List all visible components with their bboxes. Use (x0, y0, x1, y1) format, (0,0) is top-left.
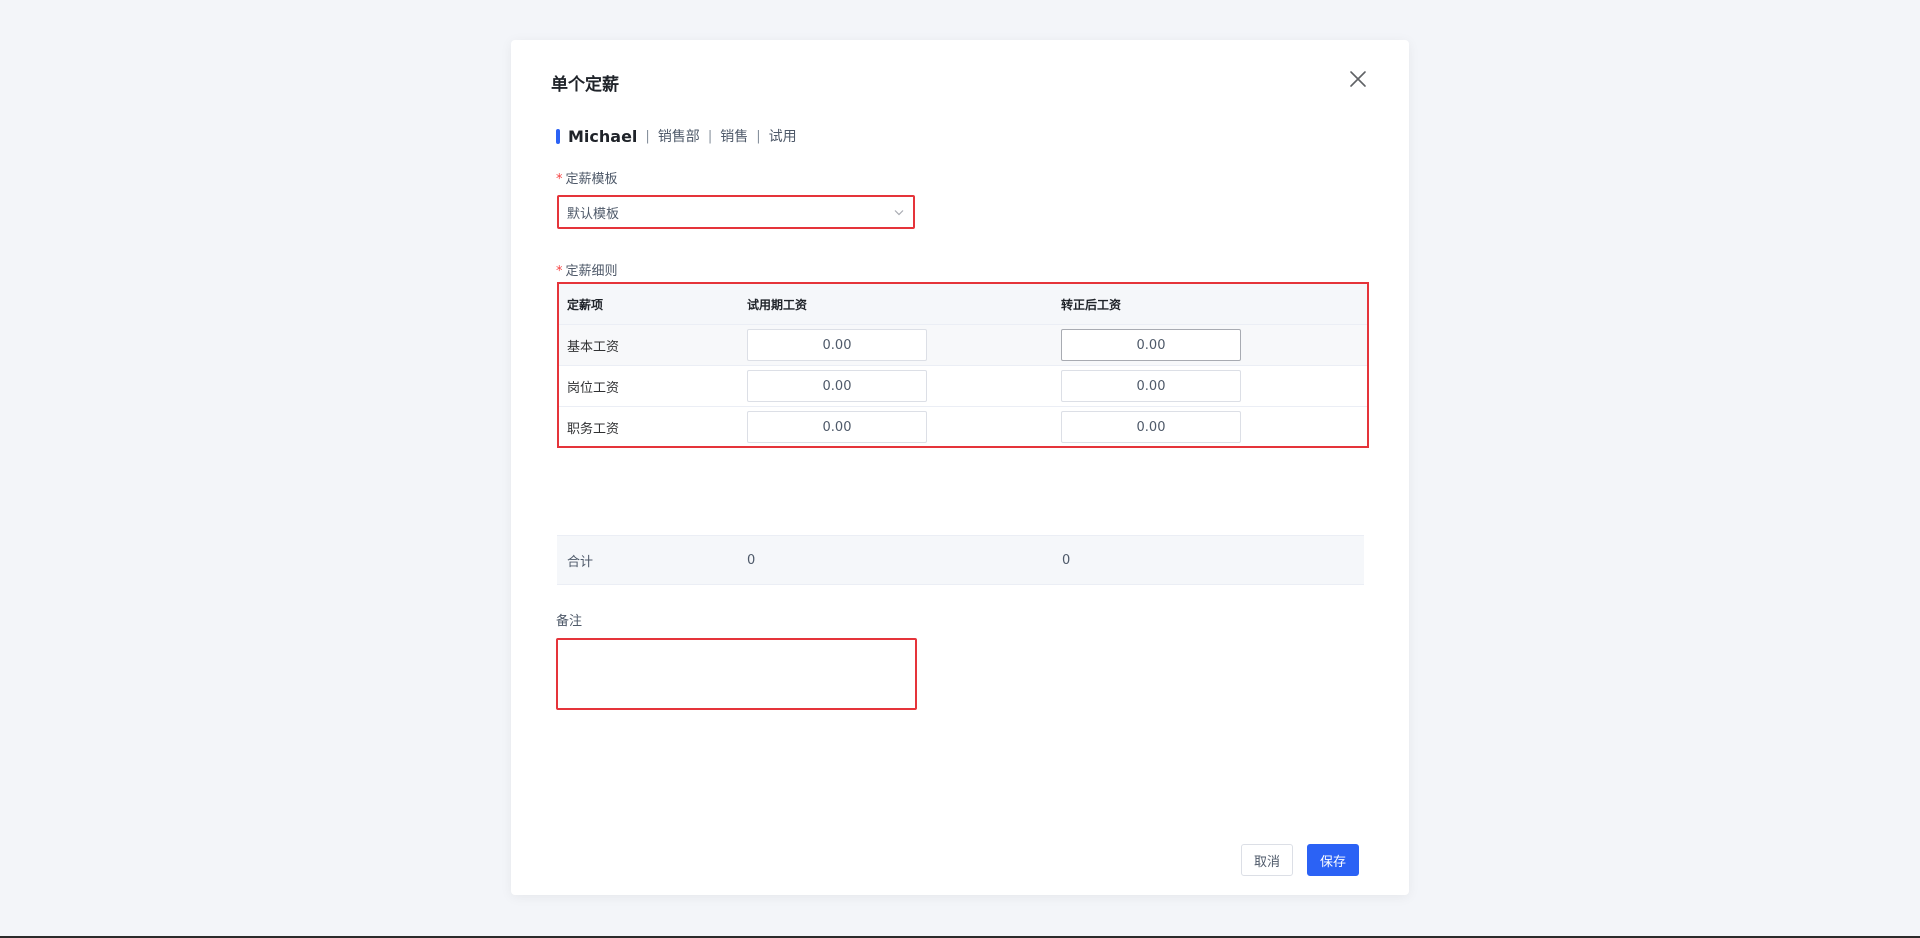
separator: | (645, 128, 650, 144)
accent-bar (556, 128, 560, 144)
total-regular: 0 (1062, 552, 1071, 568)
row-item-label: 职务工资 (567, 421, 620, 437)
table-row: 职务工资 (559, 407, 1367, 448)
table-header-row: 定薪项 试用期工资 转正后工资 (559, 284, 1367, 325)
remark-textarea[interactable] (556, 638, 917, 710)
row-item-label: 岗位工资 (559, 365, 739, 407)
save-button[interactable]: 保存 (1307, 844, 1359, 876)
row-item-label: 基本工资 (559, 324, 739, 366)
modal-title: 单个定薪 (551, 75, 619, 95)
required-mark: * (556, 264, 563, 279)
rules-label: * 定薪细则 (556, 260, 618, 279)
table-row: 岗位工资 (559, 365, 1367, 407)
required-mark: * (556, 172, 563, 187)
template-label-text: 定薪模板 (565, 172, 618, 187)
separator: | (707, 128, 713, 144)
close-button[interactable] (1347, 68, 1369, 90)
regular-salary-input[interactable] (1061, 329, 1241, 361)
template-label: * 定薪模板 (556, 168, 618, 187)
probation-salary-input[interactable] (747, 411, 927, 443)
table-row: 基本工资 (559, 324, 1367, 366)
header-probation: 试用期工资 (739, 284, 1053, 325)
probation-salary-input[interactable] (747, 329, 927, 361)
probation-salary-input[interactable] (747, 370, 927, 402)
employee-name: Michael (568, 126, 638, 146)
header-item: 定薪项 (559, 284, 739, 325)
rules-label-text: 定薪细则 (565, 264, 618, 279)
employee-status: 试用 (768, 129, 797, 145)
close-icon (1350, 71, 1366, 87)
salary-modal: 单个定薪 Michael | 销售部 | 销售 | 试用 * 定薪模板 默认模板 … (511, 40, 1409, 895)
template-select-value: 默认模板 (567, 206, 620, 222)
employee-department: 销售部 (657, 129, 700, 145)
employee-info: Michael | 销售部 | 销售 | 试用 (556, 126, 797, 146)
template-select[interactable]: 默认模板 (557, 195, 915, 229)
separator: | (756, 128, 761, 144)
regular-salary-input[interactable] (1061, 411, 1241, 443)
header-regular: 转正后工资 (1053, 284, 1367, 325)
total-label: 合计 (567, 554, 594, 570)
regular-salary-input[interactable] (1061, 370, 1241, 402)
remark-label: 备注 (556, 614, 583, 629)
employee-position: 销售 (720, 129, 749, 145)
total-row: 合计 0 0 (557, 535, 1364, 585)
chevron-down-icon (894, 210, 904, 216)
total-probation: 0 (747, 552, 756, 568)
cancel-button[interactable]: 取消 (1241, 844, 1293, 876)
salary-table: 定薪项 试用期工资 转正后工资 基本工资 岗位工资 职务工资 (557, 282, 1369, 448)
